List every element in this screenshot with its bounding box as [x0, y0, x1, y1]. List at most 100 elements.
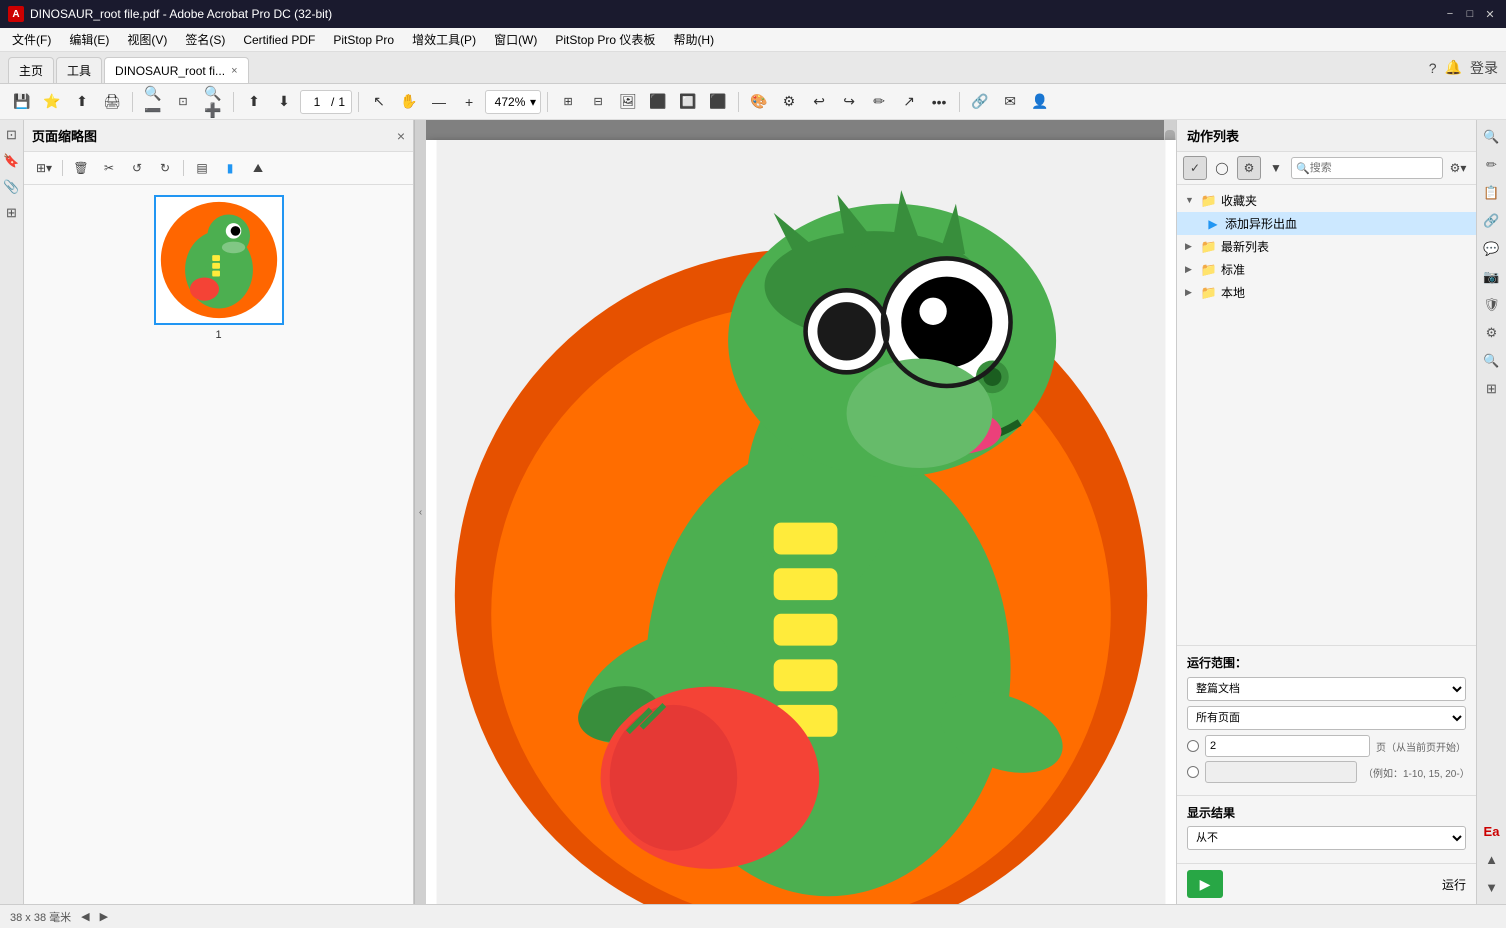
- fr-grid-icon[interactable]: ⊞: [1479, 376, 1505, 402]
- tree-item-local[interactable]: 📁 本地: [1177, 281, 1476, 304]
- link-button[interactable]: 🔗: [966, 88, 994, 116]
- fr-camera-icon[interactable]: 📷: [1479, 264, 1505, 290]
- email-button[interactable]: ✉: [996, 88, 1024, 116]
- nav-icon-1[interactable]: ⊡: [1, 124, 23, 146]
- next-page-button[interactable]: ⬇: [270, 88, 298, 116]
- close-button[interactable]: ✕: [1482, 6, 1498, 22]
- select-tool-button[interactable]: ↖: [365, 88, 393, 116]
- nav-icon-3[interactable]: 📎: [1, 176, 23, 198]
- scope-radio-range[interactable]: [1187, 766, 1199, 778]
- minus-button[interactable]: —: [425, 88, 453, 116]
- fr-zoom-icon[interactable]: 🔍: [1479, 348, 1505, 374]
- zoom-fit-button[interactable]: ⊡: [169, 88, 197, 116]
- minimize-button[interactable]: −: [1442, 6, 1458, 22]
- tool6-button[interactable]: ⬛: [704, 88, 732, 116]
- settings-button[interactable]: ⚙: [775, 88, 803, 116]
- fr-down-icon[interactable]: ▼: [1479, 874, 1505, 900]
- tool4-button[interactable]: ⬛: [644, 88, 672, 116]
- tree-item-add-bleed[interactable]: ▶ 添加异形出血: [1177, 212, 1476, 235]
- fr-edit-icon[interactable]: ✏: [1479, 152, 1505, 178]
- settings-dropdown-btn[interactable]: ⚙▾: [1446, 156, 1470, 180]
- menu-file[interactable]: 文件(F): [4, 29, 59, 50]
- scope-page-input[interactable]: [1205, 735, 1370, 757]
- grey-btn[interactable]: ▤: [190, 156, 214, 180]
- page-total: 1: [338, 95, 345, 109]
- bookmark-button[interactable]: ⭐: [38, 88, 66, 116]
- zoom-out-button[interactable]: 🔍➖: [139, 88, 167, 116]
- hand-tool-button[interactable]: ✋: [395, 88, 423, 116]
- nav-icon-4[interactable]: ⊞: [1, 202, 23, 224]
- help-icon[interactable]: ?: [1429, 60, 1437, 76]
- page-input[interactable]: [307, 95, 327, 109]
- prev-page-button[interactable]: ⬆: [240, 88, 268, 116]
- grid-view-button[interactable]: ⊞▾: [32, 156, 56, 180]
- menu-certified[interactable]: Certified PDF: [235, 31, 323, 49]
- circle-btn[interactable]: ◯: [1210, 156, 1234, 180]
- result-select[interactable]: 从不 总是 有错误时: [1187, 826, 1466, 850]
- menu-view[interactable]: 视图(V): [119, 29, 175, 50]
- menu-pitstop-dashboard[interactable]: PitStop Pro 仪表板: [547, 29, 663, 50]
- search-input[interactable]: [1310, 162, 1438, 174]
- filter-btn[interactable]: ▼: [1264, 156, 1288, 180]
- upload-button[interactable]: ⬆: [68, 88, 96, 116]
- menu-help[interactable]: 帮助(H): [665, 29, 722, 50]
- maximize-button[interactable]: □: [1462, 6, 1478, 22]
- tool5-button[interactable]: 🔲: [674, 88, 702, 116]
- tool3-button[interactable]: 🖼: [614, 88, 642, 116]
- menu-pitstop[interactable]: PitStop Pro: [325, 31, 402, 49]
- tab-tools[interactable]: 工具: [56, 57, 102, 83]
- rotate-cw-button[interactable]: ↻: [153, 156, 177, 180]
- pages-select[interactable]: 所有页面 奇数页 偶数页: [1187, 706, 1466, 730]
- fr-clipboard-icon[interactable]: 📋: [1479, 180, 1505, 206]
- arrow-select-button[interactable]: ↗: [895, 88, 923, 116]
- crop-button[interactable]: ✂: [97, 156, 121, 180]
- pen-button[interactable]: ✏: [865, 88, 893, 116]
- view-mode2-button[interactable]: ⊟: [584, 88, 612, 116]
- scope-select[interactable]: 整篇文档 当前页 选定页: [1187, 677, 1466, 701]
- menu-enhance[interactable]: 增效工具(P): [404, 29, 484, 50]
- check-btn[interactable]: ✓: [1183, 156, 1207, 180]
- zoom-in-button[interactable]: 🔍➕: [199, 88, 227, 116]
- tree-item-recent[interactable]: 📁 最新列表: [1177, 235, 1476, 258]
- scope-range-input[interactable]: [1205, 761, 1357, 783]
- fr-shield-icon[interactable]: 🛡: [1479, 292, 1505, 318]
- panel-close-button[interactable]: ×: [397, 128, 405, 144]
- scope-radio-from[interactable]: [1187, 740, 1199, 752]
- user-button[interactable]: 👤: [1026, 88, 1054, 116]
- tab-document[interactable]: DINOSAUR_root fi... ×: [104, 57, 248, 83]
- fr-search-icon[interactable]: 🔍: [1479, 124, 1505, 150]
- menu-sign[interactable]: 签名(S): [177, 29, 233, 50]
- menu-edit[interactable]: 编辑(E): [61, 29, 117, 50]
- view-mode-button[interactable]: ⊞: [554, 88, 582, 116]
- zoom-dropdown-icon[interactable]: ▾: [530, 95, 536, 109]
- thumbnail-item-1[interactable]: 1: [154, 195, 284, 341]
- menu-window[interactable]: 窗口(W): [486, 29, 545, 50]
- tab-close-button[interactable]: ×: [231, 65, 237, 77]
- zoom-input[interactable]: [490, 95, 530, 109]
- save-button[interactable]: 💾: [8, 88, 36, 116]
- nav-icon-2[interactable]: 🔖: [1, 150, 23, 172]
- collapse-handle[interactable]: ‹: [414, 120, 426, 904]
- fr-settings-icon[interactable]: ⚙: [1479, 320, 1505, 346]
- fr-link-icon[interactable]: 🔗: [1479, 208, 1505, 234]
- tree-item-favorites[interactable]: 📁 收藏夹: [1177, 189, 1476, 212]
- more-button[interactable]: •••: [925, 88, 953, 116]
- redo-button[interactable]: ↪: [835, 88, 863, 116]
- login-icon[interactable]: 登录: [1470, 58, 1498, 78]
- fr-up-icon[interactable]: ▲: [1479, 846, 1505, 872]
- print-button[interactable]: 🖨: [98, 88, 126, 116]
- blue-btn[interactable]: ▮: [218, 156, 242, 180]
- run-button[interactable]: ▶: [1187, 870, 1223, 898]
- mountain-btn[interactable]: ⛰: [246, 156, 270, 180]
- rotate-ccw-button[interactable]: ↺: [125, 156, 149, 180]
- undo-button[interactable]: ↩: [805, 88, 833, 116]
- delete-button[interactable]: 🗑: [69, 156, 93, 180]
- tree-item-standard[interactable]: 📁 标准: [1177, 258, 1476, 281]
- notification-icon[interactable]: 🔔: [1445, 59, 1462, 76]
- tab-home[interactable]: 主页: [8, 57, 54, 83]
- gear-btn[interactable]: ⚙: [1237, 156, 1261, 180]
- plus-button[interactable]: +: [455, 88, 483, 116]
- display-result: 显示结果 从不 总是 有错误时: [1177, 795, 1476, 863]
- fr-comment-icon[interactable]: 💬: [1479, 236, 1505, 262]
- color-check-button[interactable]: 🎨: [745, 88, 773, 116]
